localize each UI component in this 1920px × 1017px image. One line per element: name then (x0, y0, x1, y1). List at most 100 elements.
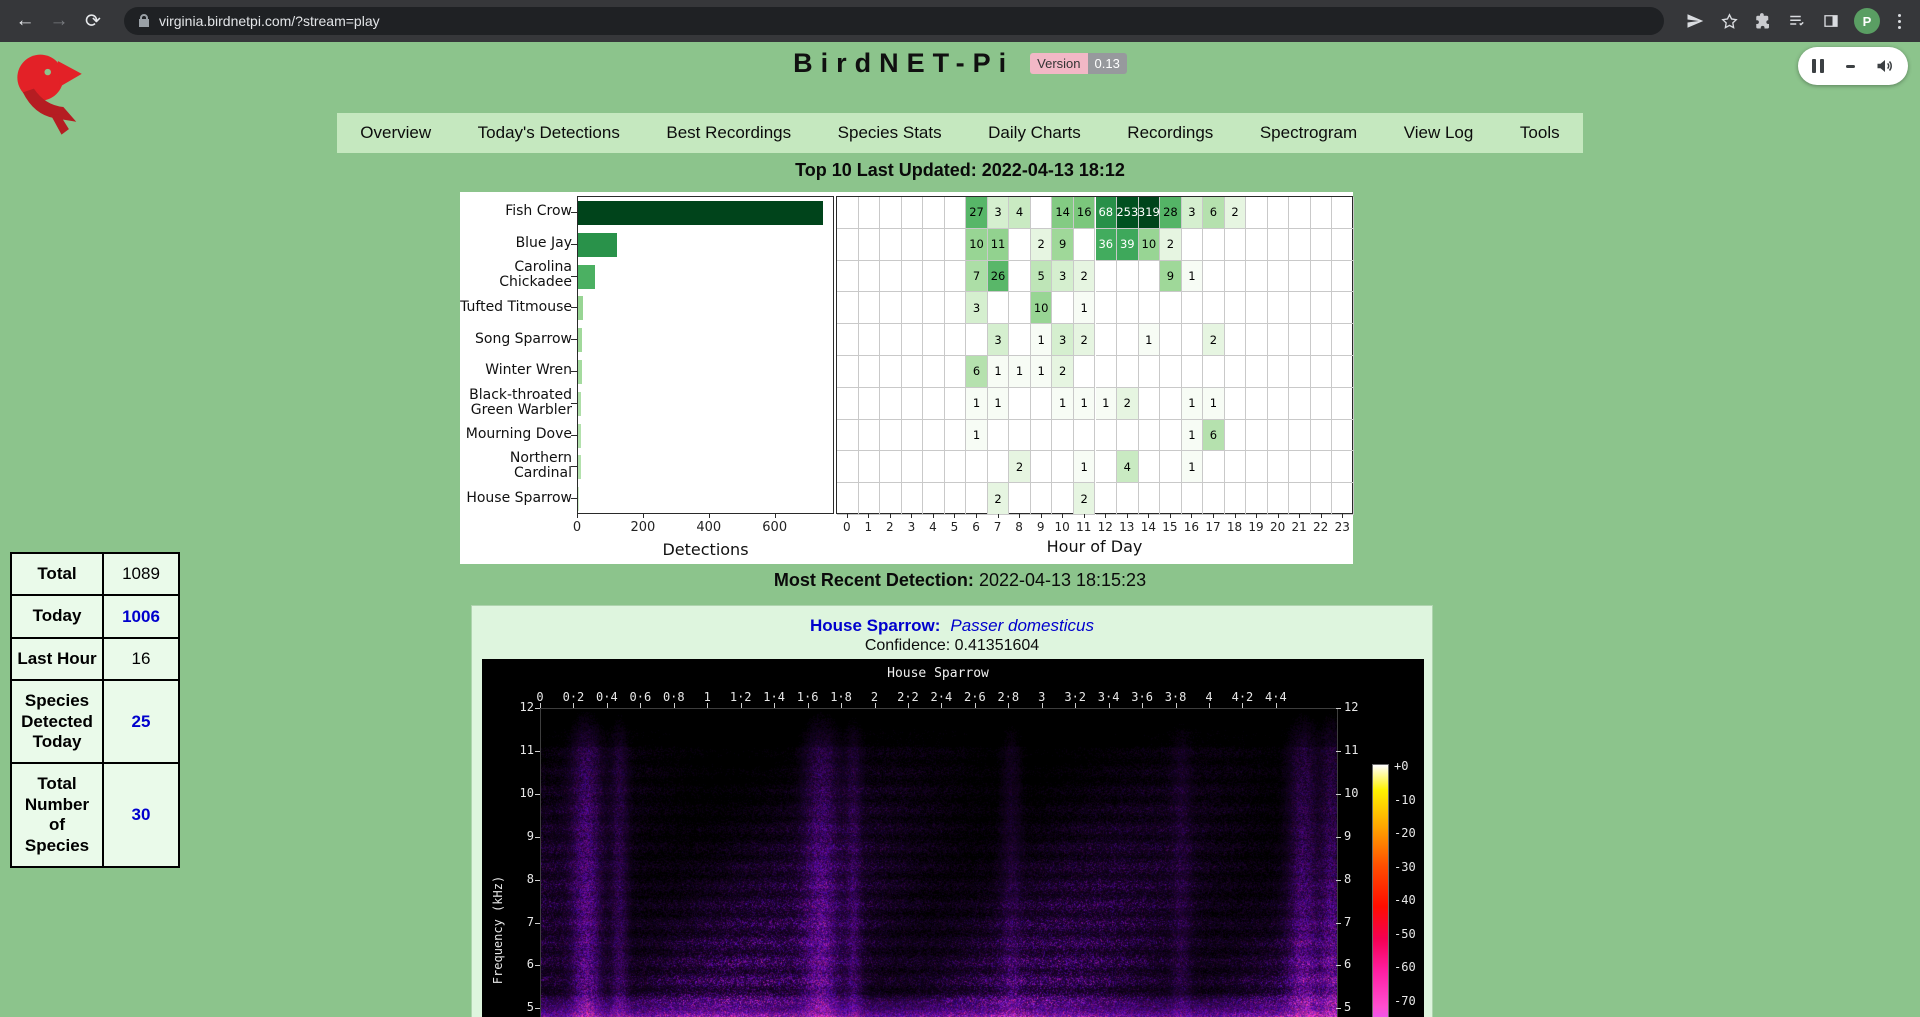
heatmap-cell (923, 420, 945, 452)
time-tick-label: 0·6 (630, 690, 652, 704)
nav-item-spectrogram[interactable]: Spectrogram (1254, 123, 1363, 143)
extensions-icon[interactable] (1748, 6, 1778, 36)
hour-tickmark (1127, 514, 1128, 518)
heatmap-cell: 11 (988, 229, 1010, 261)
freq-tick-label: 11 (1344, 743, 1358, 757)
heatmap-cell (859, 324, 881, 356)
time-tickmark (908, 703, 909, 708)
scientific-name[interactable]: Passer domesticus (950, 616, 1094, 635)
url-text: virginia.birdnetpi.com/?stream=play (159, 13, 380, 29)
reload-button[interactable]: ⟳ (76, 4, 110, 38)
heatmap-cell (966, 483, 988, 515)
seek-dash[interactable] (1846, 65, 1855, 68)
profile-avatar[interactable]: P (1854, 8, 1880, 34)
nav-item-recordings[interactable]: Recordings (1121, 123, 1219, 143)
heatmap-cell (1268, 197, 1290, 229)
heatmap-cell (1246, 420, 1268, 452)
pause-button[interactable] (1812, 59, 1824, 73)
nav-item-today-s-detections[interactable]: Today's Detections (472, 123, 626, 143)
volume-button[interactable] (1876, 58, 1894, 74)
hour-tick-label: 4 (929, 520, 937, 534)
time-tick-label: 0 (536, 690, 543, 704)
nav-item-view-log[interactable]: View Log (1398, 123, 1480, 143)
freq-tickmark (535, 837, 540, 838)
heatmap-cell: 3 (966, 292, 988, 324)
reading-list-icon[interactable] (1782, 6, 1812, 36)
heatmap-cell (1332, 229, 1354, 261)
hour-tickmark (1256, 514, 1257, 518)
send-icon[interactable] (1680, 6, 1710, 36)
colorbar (1372, 764, 1389, 1017)
time-tickmark (1075, 703, 1076, 708)
hour-tickmark (1105, 514, 1106, 518)
hour-tick-label: 12 (1098, 520, 1113, 534)
time-tickmark (975, 703, 976, 708)
spectrogram-image-title: House Sparrow (540, 666, 1336, 681)
heatmap-cell (1160, 324, 1182, 356)
freq-tick-label: 5 (484, 1000, 534, 1014)
hour-tickmark (847, 514, 848, 518)
page-title: BirdNET-Pi (793, 48, 1014, 78)
back-button[interactable]: ← (8, 4, 42, 38)
spectrogram-title-line: House Sparrow: Passer domesticus (472, 616, 1432, 636)
heatmap-cell: 2 (1074, 483, 1096, 515)
heatmap-cell: 1 (988, 356, 1010, 388)
heatmap-cell (1074, 356, 1096, 388)
species-label: Northern Cardinal (460, 450, 572, 482)
stats-label: Total Number of Species (11, 763, 103, 867)
heatmap-cell: 1 (1182, 261, 1204, 293)
url-bar[interactable]: virginia.birdnetpi.com/?stream=play (124, 7, 1664, 35)
heatmap-cell (1052, 292, 1074, 324)
heatmap-cell (1246, 229, 1268, 261)
heatmap-cell (923, 356, 945, 388)
heatmap-cell (902, 197, 924, 229)
bookmark-star-icon[interactable] (1714, 6, 1744, 36)
species-label: House Sparrow (460, 482, 572, 514)
species-tickmark (571, 339, 577, 340)
stats-value[interactable]: 25 (103, 680, 179, 763)
heatmap-cell: 1 (1074, 292, 1096, 324)
audio-player (1798, 47, 1908, 85)
heatmap-cell: 7 (966, 261, 988, 293)
stats-value[interactable]: 1006 (103, 595, 179, 637)
stats-table: Total1089Today1006Last Hour16Species Det… (10, 552, 180, 868)
hour-tick-label: 6 (972, 520, 980, 534)
stats-row: Today1006 (11, 595, 179, 637)
species-link[interactable]: House Sparrow: (810, 616, 940, 635)
heatmap-cell (880, 292, 902, 324)
heatmap-cell (1225, 324, 1247, 356)
time-tickmark (808, 703, 809, 708)
species-bar (578, 392, 581, 416)
menu-kebab-icon[interactable] (1886, 14, 1912, 29)
heatmap-cell (945, 356, 967, 388)
hour-tick-label: 17 (1205, 520, 1220, 534)
heatmap-cell (1117, 261, 1139, 293)
nav-item-species-stats[interactable]: Species Stats (832, 123, 948, 143)
heatmap-cell (1225, 292, 1247, 324)
species-tickmark (571, 212, 577, 213)
heatmap-cell (1203, 292, 1225, 324)
heatmap-cell (1289, 356, 1311, 388)
heatmap-cell (1096, 292, 1118, 324)
heatmap-cell (1332, 261, 1354, 293)
nav-item-overview[interactable]: Overview (354, 123, 437, 143)
side-panel-icon[interactable] (1816, 6, 1846, 36)
time-tick-label: 2·8 (997, 690, 1019, 704)
heatmap-cell (1246, 292, 1268, 324)
hour-tick-label: 18 (1227, 520, 1242, 534)
hour-tick-label: 9 (1037, 520, 1045, 534)
stats-value[interactable]: 30 (103, 763, 179, 867)
nav-item-daily-charts[interactable]: Daily Charts (982, 123, 1087, 143)
nav-item-best-recordings[interactable]: Best Recordings (660, 123, 797, 143)
forward-button[interactable]: → (42, 4, 76, 38)
heatmap-cell: 3 (988, 197, 1010, 229)
hour-tickmark (1278, 514, 1279, 518)
time-tickmark (1209, 703, 1210, 708)
heatmap-cell (988, 420, 1010, 452)
nav-item-tools[interactable]: Tools (1514, 123, 1566, 143)
heatmap-cell (1268, 324, 1290, 356)
heatmap-cell: 3 (1052, 324, 1074, 356)
heatmap-cell (1009, 229, 1031, 261)
hour-tick-label: 14 (1141, 520, 1156, 534)
colorbar-tick-label: -30 (1394, 860, 1416, 874)
